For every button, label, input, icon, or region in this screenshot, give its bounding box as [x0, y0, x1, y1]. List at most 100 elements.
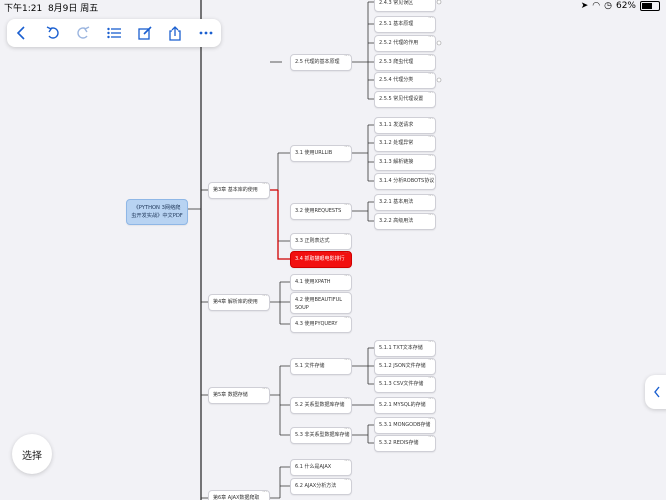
node-label: 第5章 数据存储 [213, 392, 248, 398]
chapter-node-ch4[interactable]: 第4章 解析库的使用 ··· [208, 294, 270, 311]
node-label: 5.3 非关系型数据库存储 [295, 432, 350, 438]
node-more-icon: ··· [428, 376, 433, 381]
node-label: 5.2.1 MYSQL的存储 [379, 402, 426, 408]
section-node-s51[interactable]: 5.1 文件存储 ··· [290, 358, 352, 375]
section-node-s61[interactable]: 6.1 什么是AJAX ··· [290, 459, 352, 476]
section-node-s34[interactable]: 3.4 抓取猫眼电影排行 ··· [290, 251, 352, 268]
node-more-icon: ··· [344, 145, 349, 150]
section-node-s53[interactable]: 5.3 非关系型数据库存储 ··· [290, 427, 352, 444]
leaf-node-l313[interactable]: 3.1.3 解析链接 ··· [374, 154, 436, 171]
battery-icon [640, 1, 660, 11]
node-more-icon: ··· [344, 358, 349, 363]
node-label: 5.3.2 REDIS存储 [379, 440, 419, 446]
section-node-s31[interactable]: 3.1 使用URLLIB ··· [290, 145, 352, 162]
leaf-node-l512[interactable]: 5.1.2 JSON文件存储 ··· [374, 358, 436, 375]
mindmap-canvas[interactable]: 《PYTHON 3网络爬虫开发实战》中文PDF 第3章 基本库的使用 ··· 第4章 … [0, 0, 666, 500]
node-more-icon: ··· [428, 194, 433, 199]
node-label: 5.2 关系型数据库存储 [295, 402, 345, 408]
leaf-node-l322[interactable]: 3.2.2 高级用法 ··· [374, 213, 436, 230]
node-label: 4.1 使用XPATH [295, 279, 331, 285]
node-more-icon: ··· [428, 358, 433, 363]
leaf-node-l521[interactable]: 5.2.1 MYSQL的存储 ··· [374, 397, 436, 414]
node-more-icon: ··· [428, 435, 433, 440]
section-node-s32[interactable]: 3.2 使用REQUESTS ··· [290, 203, 352, 220]
leaf-node-l251[interactable]: 2.5.1 基本原理 ··· [374, 16, 436, 33]
status-time: 下午1:21 8月9日 周五 [4, 4, 99, 14]
leaf-node-l532[interactable]: 5.3.2 REDIS存储 ··· [374, 435, 436, 452]
mindmap-root-node-root[interactable]: 《PYTHON 3网络爬虫开发实战》中文PDF [126, 199, 188, 225]
battery-percent: 62% [615, 1, 636, 11]
leaf-node-l312[interactable]: 3.1.2 处理异常 ··· [374, 135, 436, 152]
leaf-node-l321[interactable]: 3.2.1 基本用法 ··· [374, 194, 436, 211]
node-label: 第3章 基本库的使用 [213, 187, 258, 193]
section-node-s33[interactable]: 3.3 正则表达式 ··· [290, 233, 352, 250]
chevron-left-icon [653, 383, 661, 402]
chapter-node-ch3[interactable]: 第3章 基本库的使用 ··· [208, 182, 270, 199]
node-more-icon: ··· [344, 203, 349, 208]
chapter-node-ch6[interactable]: 第6章 AJAX数据爬取 ··· [208, 490, 270, 500]
leaf-node-l252[interactable]: 2.5.2 代理的作用 ··· [374, 35, 436, 52]
chapter-node-ch5[interactable]: 第5章 数据存储 ··· [208, 387, 270, 404]
leaf-node-l311[interactable]: 3.1.1 发送请求 ··· [374, 117, 436, 134]
node-label: 3.2.2 高级用法 [379, 218, 414, 224]
node-more-icon: ··· [428, 135, 433, 140]
node-more-icon: ··· [428, 91, 433, 96]
share-icon[interactable] [165, 23, 185, 43]
node-more-icon: ··· [344, 459, 349, 464]
wifi-icon: ◠ [592, 1, 601, 11]
select-button[interactable]: 选择 [12, 434, 52, 474]
leaf-node-l254[interactable]: 2.5.4 代理分类 ··· [374, 72, 436, 89]
node-label: 3.1.1 发送请求 [379, 122, 414, 128]
redo-icon[interactable] [73, 23, 93, 43]
node-label: 2.5.2 代理的作用 [379, 40, 419, 46]
side-panel-toggle[interactable] [645, 375, 666, 409]
leaf-node-l255[interactable]: 2.5.5 常见代理设置 ··· [374, 91, 436, 108]
node-more-icon: ··· [428, 340, 433, 345]
node-more-icon: ··· [262, 387, 267, 392]
back-icon[interactable] [12, 23, 32, 43]
node-label: 2.5 代理的基本原理 [295, 59, 340, 65]
status-bar: 下午1:21 8月9日 周五 ➤ ◠ ◷ 62% [0, 0, 666, 14]
node-more-icon: ··· [428, 35, 433, 40]
node-more-icon: ··· [344, 54, 349, 59]
node-more-icon: ··· [344, 274, 349, 279]
undo-icon[interactable] [43, 23, 63, 43]
alarm-icon: ◷ [604, 1, 612, 11]
node-label: 3.1.2 处理异常 [379, 140, 414, 146]
node-label: 2.5.5 常见代理设置 [379, 96, 424, 102]
node-more-icon: ··· [428, 16, 433, 21]
node-more-icon: ··· [262, 294, 267, 299]
location-icon: ➤ [580, 1, 589, 11]
section-node-s25[interactable]: 2.5 代理的基本原理 ··· [290, 54, 352, 71]
node-more-icon: ··· [344, 293, 349, 295]
node-label: 5.1 文件存储 [295, 363, 325, 369]
edit-icon[interactable] [135, 23, 155, 43]
node-label: 2.5.3 爬虫代理 [379, 59, 414, 65]
node-more-icon: ··· [344, 316, 349, 321]
node-more-icon: ··· [428, 72, 433, 77]
node-more-icon: ··· [428, 397, 433, 402]
node-more-icon: ··· [344, 427, 349, 432]
node-label: 5.3.1 MONGODB存储 [379, 422, 431, 428]
node-more-icon: ··· [344, 397, 349, 402]
leaf-node-l511[interactable]: 5.1.1 TXT文本存储 ··· [374, 340, 436, 357]
leaf-node-l513[interactable]: 5.1.3 CSV文件存储 ··· [374, 376, 436, 393]
more-icon[interactable] [196, 23, 216, 43]
section-node-s42[interactable]: 4.2 使用BEAUTIFUL SOUP··· [290, 292, 352, 314]
leaf-node-l253[interactable]: 2.5.3 爬虫代理 ··· [374, 54, 436, 71]
node-label: 《PYTHON 3网络爬虫开发实战》中文PDF [131, 205, 183, 219]
node-label: 3.3 正则表达式 [295, 238, 330, 244]
leaf-node-l531[interactable]: 5.3.1 MONGODB存储 ··· [374, 417, 436, 434]
section-node-s52[interactable]: 5.2 关系型数据库存储 ··· [290, 397, 352, 414]
node-more-icon: ··· [428, 154, 433, 159]
section-node-s41[interactable]: 4.1 使用XPATH ··· [290, 274, 352, 291]
section-node-s62[interactable]: 6.2 AJAX分析方法 ··· [290, 478, 352, 495]
section-node-s43[interactable]: 4.3 使用PYQUERY ··· [290, 316, 352, 333]
node-label: 5.1.2 JSON文件存储 [379, 363, 426, 369]
outline-list-icon[interactable] [104, 23, 124, 43]
node-label: 4.2 使用BEAUTIFUL SOUP [295, 297, 343, 311]
leaf-node-l314[interactable]: 3.1.4 分析ROBOTS协议 ··· [374, 173, 436, 190]
node-more-icon: ··· [344, 251, 349, 256]
node-label: 4.3 使用PYQUERY [295, 321, 338, 327]
node-label: 3.1 使用URLLIB [295, 150, 333, 156]
